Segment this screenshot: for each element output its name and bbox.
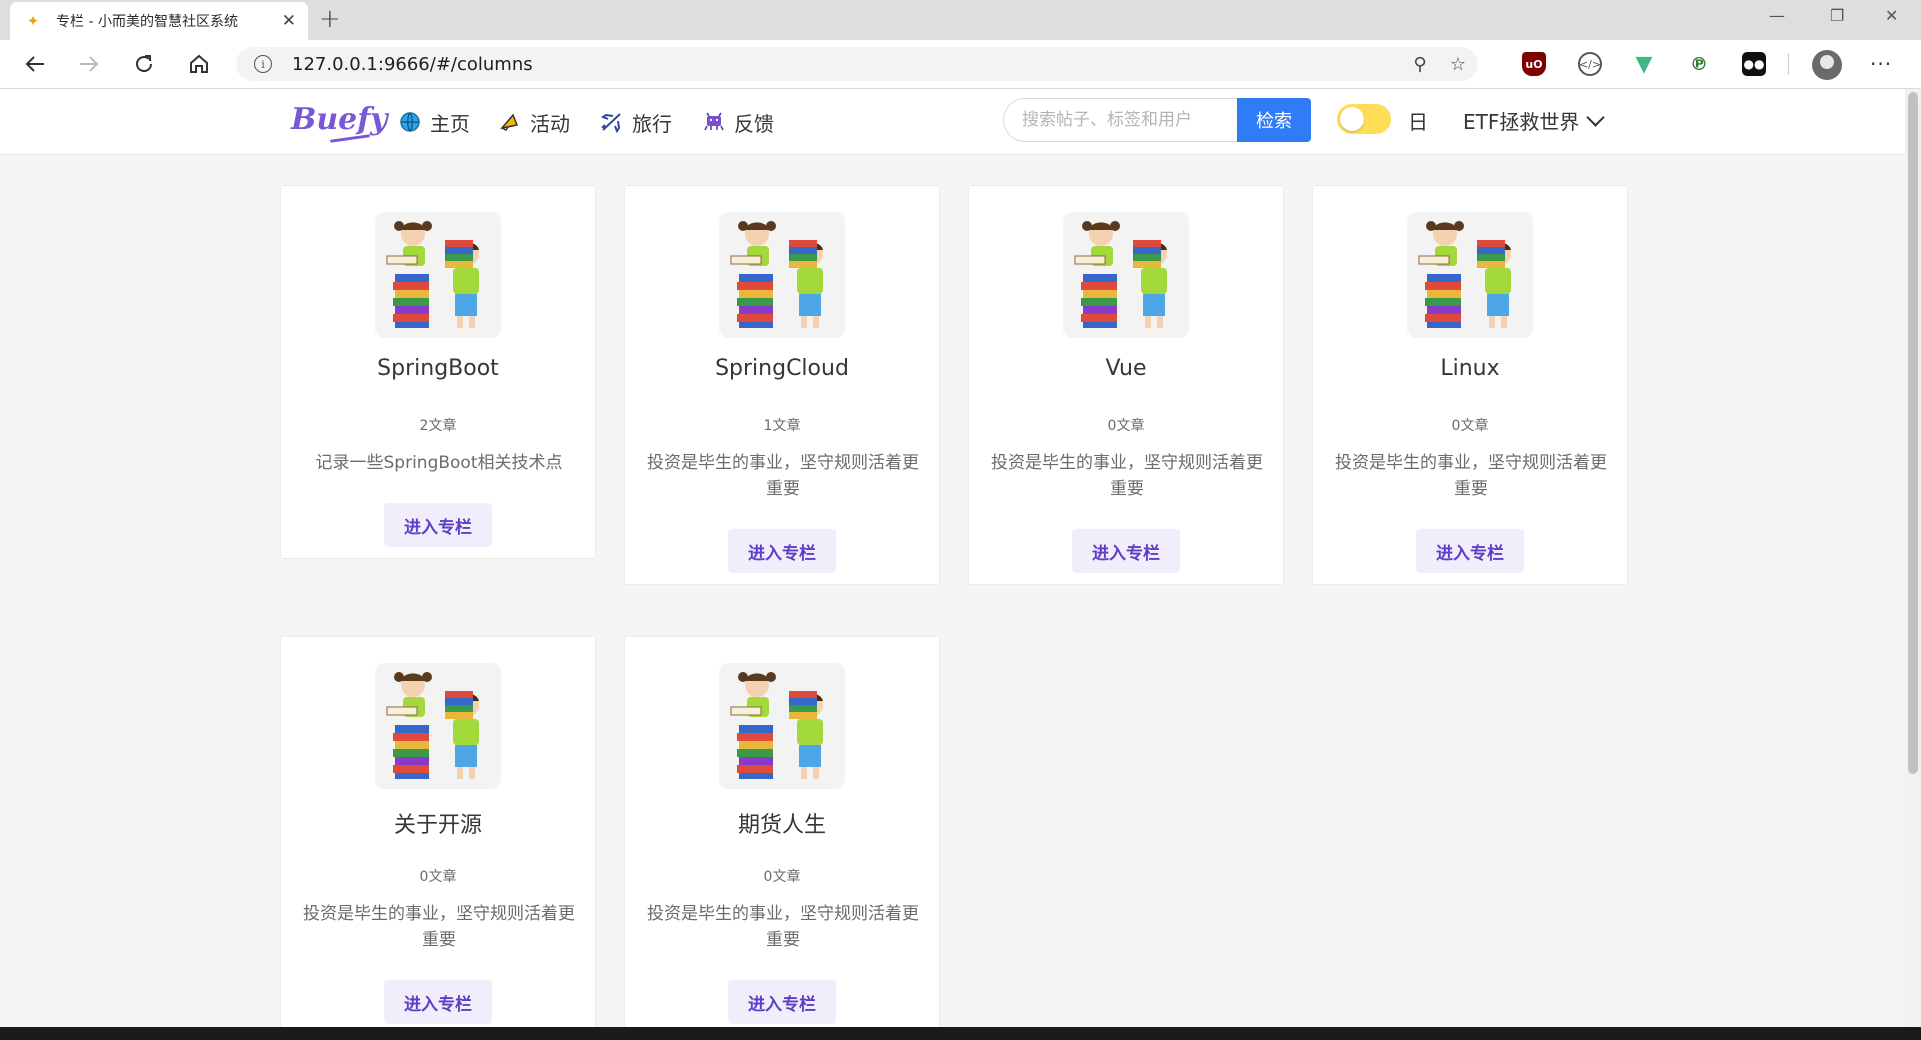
nav-item-label: 反馈 — [734, 111, 774, 136]
toggle-knob — [1340, 107, 1364, 131]
url-text: 127.0.0.1:9666/#/columns — [292, 53, 533, 75]
airplane-icon — [600, 110, 624, 134]
column-description: 记录一些SpringBoot相关技术点 — [315, 453, 563, 473]
enter-column-button[interactable]: 进入专栏 — [1416, 529, 1524, 573]
site-info-icon[interactable]: i — [254, 55, 272, 73]
article-count: 1文章 — [763, 418, 801, 434]
globe-icon — [398, 110, 422, 134]
restore-window-button[interactable]: ❐ — [1830, 6, 1844, 25]
column-title: 期货人生 — [737, 813, 826, 838]
forward-button[interactable] — [73, 48, 105, 80]
search-input[interactable] — [1003, 98, 1237, 142]
close-window-button[interactable]: ✕ — [1885, 6, 1898, 25]
column-cover-image — [1063, 212, 1189, 338]
profile-avatar[interactable] — [1812, 50, 1842, 80]
column-cover-image — [719, 663, 845, 789]
article-count: 0文章 — [1107, 418, 1145, 434]
site-navbar: Buefy 主页 活动 旅行 反馈 检索 日 ETF拯救世界 — [0, 89, 1905, 155]
column-description: 投资是毕生的事业，坚守规则活着更重要 — [1335, 453, 1607, 499]
column-card: 关于开源 0文章投资是毕生的事业，坚守规则活着更重要 进入专栏 — [280, 636, 596, 1036]
article-count: 2文章 — [419, 418, 457, 434]
browser-tab-strip: ✦ 专栏 - 小而美的智慧社区系统 ✕ + — ❐ ✕ — [0, 0, 1921, 40]
enter-column-button[interactable]: 进入专栏 — [384, 980, 492, 1024]
new-tab-button[interactable]: + — [319, 4, 341, 34]
invader-icon — [702, 110, 726, 134]
column-title: Vue — [1105, 356, 1147, 381]
column-card: SpringCloud 1文章投资是毕生的事业，坚守规则活着更重要 进入专栏 — [624, 185, 940, 585]
key-icon[interactable]: ⚲ — [1410, 54, 1430, 75]
enter-column-button[interactable]: 进入专栏 — [384, 503, 492, 547]
enter-column-button[interactable]: 进入专栏 — [728, 529, 836, 573]
back-arrow-icon — [25, 56, 44, 72]
article-count: 0文章 — [763, 869, 801, 885]
column-cover-image — [719, 212, 845, 338]
column-cover-image — [375, 212, 501, 338]
more-menu-icon[interactable]: ··· — [1870, 52, 1892, 76]
column-title: SpringBoot — [377, 356, 499, 381]
back-button[interactable] — [19, 48, 51, 80]
browser-toolbar: i 127.0.0.1:9666/#/columns ⚲ ☆ uO </> ▼ … — [0, 40, 1921, 89]
minimize-window-button[interactable]: — — [1769, 6, 1785, 25]
nav-item-travel[interactable]: 旅行 — [600, 108, 672, 136]
nav-item-feedback[interactable]: 反馈 — [702, 108, 774, 136]
column-description: 投资是毕生的事业，坚守规则活着更重要 — [647, 904, 919, 950]
address-bar[interactable]: i 127.0.0.1:9666/#/columns ⚲ ☆ — [236, 47, 1478, 81]
ghost-extension-icon[interactable]: ●● — [1742, 52, 1766, 76]
chevron-down-icon — [1586, 108, 1606, 127]
nav-item-label: 主页 — [430, 111, 470, 136]
column-description: 投资是毕生的事业，坚守规则活着更重要 — [991, 453, 1263, 499]
nav-item-label: 活动 — [530, 111, 570, 136]
column-description: 投资是毕生的事业，坚守规则活着更重要 — [647, 453, 919, 499]
theme-toggle-label: 日 — [1408, 110, 1428, 134]
article-count: 0文章 — [419, 869, 457, 885]
devtools-extension-icon[interactable]: </> — [1578, 52, 1602, 76]
search-form: 检索 — [1003, 98, 1311, 142]
user-name: ETF拯救世界 — [1463, 110, 1580, 134]
home-icon — [190, 54, 208, 73]
vue-devtools-icon[interactable]: ▼ — [1632, 52, 1656, 77]
scrollbar-thumb[interactable] — [1908, 92, 1918, 774]
column-card: SpringBoot 2文章记录一些SpringBoot相关技术点进入专栏 — [280, 185, 596, 559]
column-card: 期货人生 0文章投资是毕生的事业，坚守规则活着更重要 进入专栏 — [624, 636, 940, 1036]
column-title: SpringCloud — [715, 356, 849, 381]
forward-arrow-icon — [80, 56, 99, 72]
tab-title: 专栏 - 小而美的智慧社区系统 — [56, 14, 238, 30]
column-title: Linux — [1440, 356, 1500, 381]
article-count: 0文章 — [1451, 418, 1489, 434]
column-card: Vue 0文章投资是毕生的事业，坚守规则活着更重要 进入专栏 — [968, 185, 1284, 585]
os-taskbar — [0, 1027, 1921, 1040]
column-description: 投资是毕生的事业，坚守规则活着更重要 — [303, 904, 575, 950]
green-extension-icon[interactable]: ℗ — [1687, 52, 1711, 76]
theme-toggle[interactable] — [1337, 104, 1391, 134]
column-cover-image — [1407, 212, 1533, 338]
enter-column-button[interactable]: 进入专栏 — [728, 980, 836, 1024]
reload-icon — [136, 55, 152, 72]
reload-button[interactable] — [128, 48, 160, 80]
nav-item-activity[interactable]: 活动 — [498, 108, 570, 136]
column-cover-image — [375, 663, 501, 789]
horn-icon — [498, 110, 522, 134]
browser-tab[interactable]: ✦ 专栏 - 小而美的智慧社区系统 ✕ — [10, 2, 308, 40]
user-dropdown[interactable]: ETF拯救世界 — [1463, 106, 1606, 135]
column-title: 关于开源 — [393, 813, 482, 838]
nav-item-label: 旅行 — [632, 111, 672, 136]
close-tab-icon[interactable]: ✕ — [282, 11, 296, 31]
favorite-star-icon[interactable]: ☆ — [1448, 54, 1468, 75]
column-card: Linux 0文章投资是毕生的事业，坚守规则活着更重要 进入专栏 — [1312, 185, 1628, 585]
toolbar-divider — [1788, 53, 1789, 75]
bird-favicon-icon: ✦ — [26, 12, 40, 30]
brand-logo[interactable]: Buefy — [291, 102, 388, 137]
nav-item-home[interactable]: 主页 — [398, 108, 470, 136]
ublock-extension-icon[interactable]: uO — [1522, 52, 1546, 76]
search-button[interactable]: 检索 — [1237, 98, 1311, 142]
enter-column-button[interactable]: 进入专栏 — [1072, 529, 1180, 573]
home-button[interactable] — [183, 48, 215, 80]
